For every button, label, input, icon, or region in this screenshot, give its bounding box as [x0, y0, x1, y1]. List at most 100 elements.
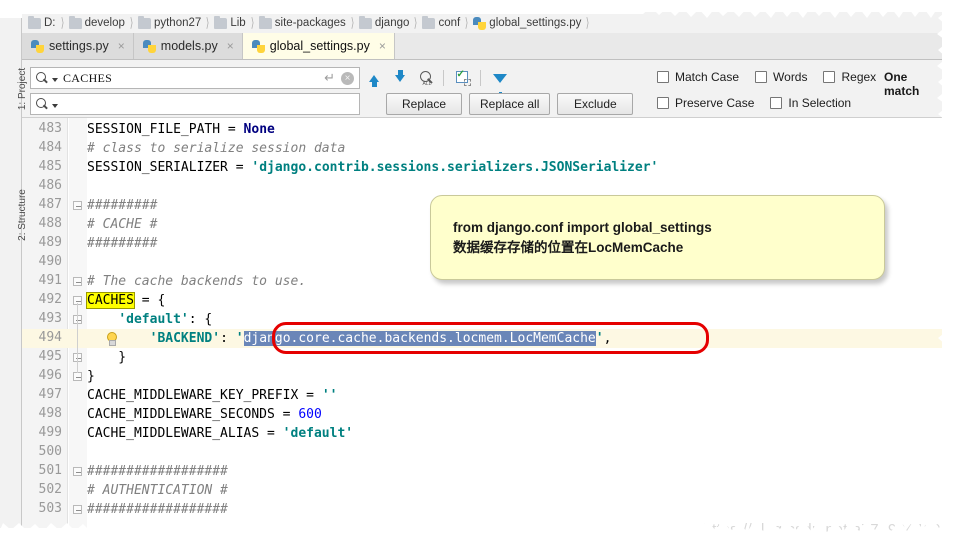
fold-marker[interactable] — [73, 201, 82, 210]
replace-button[interactable]: Replace — [386, 93, 462, 115]
chevron-down-icon[interactable] — [52, 78, 58, 82]
code-line[interactable]: CACHE_MIDDLEWARE_SECONDS = 600 — [87, 405, 322, 424]
folder-icon — [137, 15, 151, 29]
tab-strip-filler — [394, 33, 942, 59]
code-token: None — [243, 122, 275, 137]
code-token: # class to serialize session data — [87, 141, 346, 156]
checkbox-box[interactable] — [657, 97, 669, 109]
checkbox-label: Match Case — [675, 70, 740, 84]
code-line[interactable]: CACHES = { — [86, 291, 166, 310]
breadcrumb-item-python27[interactable]: python27 — [137, 15, 201, 29]
folder-icon — [358, 15, 372, 29]
sidebar-tab-project[interactable]: 1: Project — [14, 54, 32, 124]
code-line[interactable]: ######### — [87, 234, 157, 253]
tab-label: settings.py — [49, 39, 109, 53]
breadcrumb-item-drive[interactable]: D: — [28, 15, 56, 29]
line-number: 503 — [38, 501, 62, 516]
code-token: = { — [133, 293, 166, 308]
code-line[interactable]: } — [87, 367, 95, 386]
line-number: 495 — [38, 349, 62, 364]
code-line[interactable]: ################## — [87, 500, 228, 519]
checkbox-box[interactable] — [823, 71, 836, 83]
code-token: SESSION_FILE_PATH = — [87, 122, 244, 137]
select-all-occurrences-icon[interactable] — [451, 67, 475, 89]
code-line[interactable]: CACHE_MIDDLEWARE_KEY_PREFIX = '' — [87, 386, 337, 405]
python-file-icon — [31, 39, 44, 53]
exclude-button-label: Exclude — [574, 97, 617, 111]
code-line[interactable]: ######### — [87, 196, 157, 215]
code-line[interactable]: # AUTHENTICATION # — [87, 481, 228, 500]
breadcrumb-item-site-packages[interactable]: site-packages — [258, 15, 346, 29]
search-input[interactable]: CACHES ↵ × — [30, 67, 360, 89]
fold-marker[interactable] — [73, 277, 82, 286]
checkbox-in-selection[interactable]: In Selection — [770, 96, 851, 110]
line-number: 502 — [38, 482, 62, 497]
replace-all-button[interactable]: Replace all — [469, 93, 551, 115]
replace-input[interactable] — [30, 93, 360, 115]
code-line[interactable]: SESSION_SERIALIZER = 'django.contrib.ses… — [87, 158, 658, 177]
python-file-icon — [473, 16, 487, 30]
replace-row: Replace Replace all Exclude — [30, 93, 640, 115]
checkbox-label: Regex — [841, 70, 877, 84]
toolbar-divider — [443, 70, 444, 86]
tab-global-settings-py[interactable]: global_settings.py × — [242, 33, 395, 59]
code-line[interactable]: } — [87, 348, 126, 367]
fold-marker[interactable] — [73, 505, 82, 514]
chevron-down-icon[interactable] — [52, 104, 58, 108]
exclude-button[interactable]: Exclude — [557, 93, 634, 115]
find-next-icon[interactable] — [388, 67, 412, 89]
code-token: 'django.contrib.sessions.serializers.JSO… — [251, 160, 659, 175]
clear-icon[interactable]: × — [341, 71, 354, 85]
code-line[interactable]: # The cache backends to use. — [87, 272, 306, 291]
checkbox-box[interactable] — [755, 71, 768, 83]
close-icon[interactable]: × — [379, 39, 386, 53]
breadcrumb-item-develop[interactable]: develop — [68, 15, 125, 29]
breadcrumb-item-file[interactable]: global_settings.py — [473, 16, 581, 30]
code-token: } — [87, 350, 127, 365]
checkbox-box[interactable] — [657, 71, 669, 83]
close-icon[interactable]: × — [118, 39, 125, 53]
line-number: 494 — [38, 330, 62, 345]
line-number: 490 — [38, 254, 62, 269]
checkbox-words[interactable]: Words — [755, 70, 807, 84]
checkbox-preserve-case[interactable]: Preserve Case — [657, 96, 754, 110]
tab-models-py[interactable]: models.py × — [133, 33, 243, 59]
checkbox-box[interactable] — [770, 97, 783, 109]
filter-icon[interactable] — [488, 67, 512, 96]
code-line[interactable]: # CACHE # — [87, 215, 157, 234]
code-token: # CACHE # — [87, 217, 158, 232]
line-number: 500 — [38, 444, 62, 459]
code-token: : — [220, 331, 236, 346]
breadcrumb: D: ⟩ develop ⟩ python27 ⟩ Lib ⟩ site-pac… — [22, 12, 942, 34]
close-icon[interactable]: × — [227, 39, 234, 53]
breadcrumb-item-lib[interactable]: Lib — [214, 15, 246, 29]
code-line[interactable]: SESSION_FILE_PATH = None — [87, 120, 275, 139]
find-all-icon[interactable]: ALL — [414, 67, 438, 89]
code-line[interactable]: 'default': { — [87, 310, 212, 329]
note-line-1: from django.conf import global_settings — [453, 220, 712, 235]
breadcrumb-separator-icon: ⟩ — [586, 15, 590, 30]
code-token: 'default' — [282, 426, 354, 441]
enter-icon[interactable]: ↵ — [324, 70, 335, 86]
sidebar-tab-structure[interactable]: 2: Structure — [14, 180, 32, 250]
code-line[interactable]: ################## — [87, 462, 228, 481]
tab-settings-py[interactable]: settings.py × — [22, 33, 134, 59]
find-previous-icon[interactable] — [362, 67, 386, 89]
editor-tab-strip: settings.py × models.py × global_setting… — [22, 33, 942, 60]
code-line[interactable]: # class to serialize session data — [87, 139, 345, 158]
line-number: 492 — [38, 292, 62, 307]
code-line[interactable]: CACHE_MIDDLEWARE_ALIAS = 'default' — [87, 424, 353, 443]
breadcrumb-item-django[interactable]: django — [358, 15, 409, 29]
checkbox-regex[interactable]: Regex — [823, 70, 876, 84]
fold-marker[interactable] — [73, 372, 82, 381]
code-token: SESSION_SERIALIZER = — [87, 160, 252, 175]
tab-label: models.py — [160, 39, 218, 53]
replace-all-button-label: Replace all — [480, 97, 540, 111]
fold-marker[interactable] — [73, 467, 82, 476]
checkbox-match-case[interactable]: Match Case — [657, 70, 739, 84]
breadcrumb-item-conf[interactable]: conf — [422, 15, 460, 29]
breadcrumb-separator-icon: ⟩ — [129, 15, 134, 30]
lightbulb-icon[interactable] — [104, 332, 118, 346]
code-token: CACHE_MIDDLEWARE_SECONDS = — [87, 407, 299, 422]
